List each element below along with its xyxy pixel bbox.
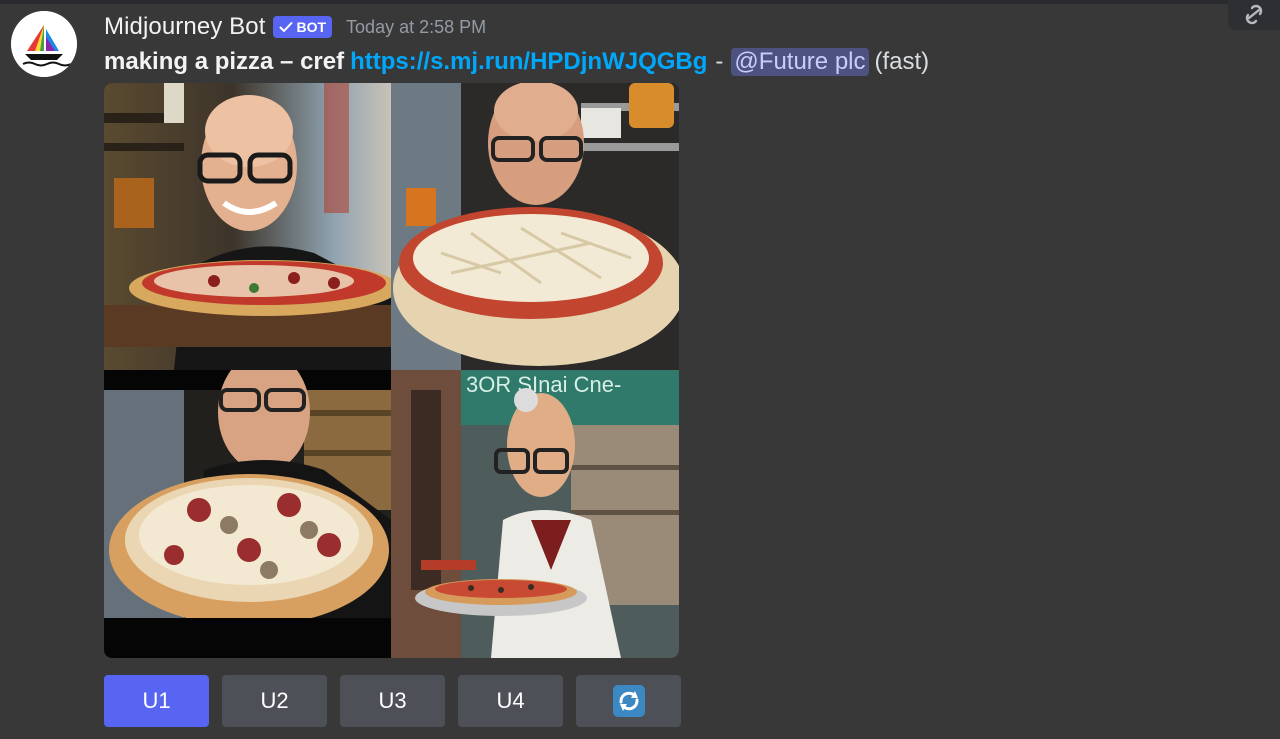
image-grid[interactable]: 3OR SInai Cne- bbox=[104, 83, 679, 658]
upscale-2-button[interactable]: U2 bbox=[222, 675, 327, 727]
chat-message: Midjourney Bot BOT Today at 2:58 PM maki… bbox=[0, 0, 1280, 739]
bot-badge-label: BOT bbox=[296, 19, 327, 35]
prompt-text: making a pizza – cref bbox=[104, 48, 345, 75]
bot-badge: BOT bbox=[273, 16, 333, 38]
reference-link[interactable]: https://s.mj.run/HPDjnWJQGBg bbox=[350, 48, 707, 76]
upscale-1-button[interactable]: U1 bbox=[104, 675, 209, 727]
timestamp: Today at 2:58 PM bbox=[346, 16, 487, 37]
action-buttons: U1 U2 U3 U4 bbox=[104, 675, 681, 727]
separator: - bbox=[715, 48, 724, 75]
avatar[interactable] bbox=[11, 11, 77, 77]
reroll-button[interactable] bbox=[576, 675, 681, 727]
message-content: making a pizza – cref https://s.mj.run/H… bbox=[104, 46, 929, 78]
pizza-image-4[interactable]: 3OR SInai Cne- bbox=[391, 370, 679, 658]
pizza-image-2[interactable] bbox=[391, 83, 679, 370]
verified-check-icon bbox=[279, 22, 293, 32]
speed-label: (fast) bbox=[874, 48, 930, 75]
refresh-icon bbox=[612, 685, 645, 717]
pizza-image-3[interactable] bbox=[104, 370, 391, 658]
message-header: Midjourney Bot BOT Today at 2:58 PM bbox=[104, 10, 486, 44]
sailboat-logo-icon bbox=[11, 11, 77, 77]
pizza-image-1[interactable] bbox=[104, 83, 391, 370]
upscale-3-button[interactable]: U3 bbox=[340, 675, 445, 727]
username[interactable]: Midjourney Bot bbox=[104, 13, 265, 41]
upscale-4-button[interactable]: U4 bbox=[458, 675, 563, 727]
user-mention[interactable]: @Future plc bbox=[731, 48, 869, 76]
